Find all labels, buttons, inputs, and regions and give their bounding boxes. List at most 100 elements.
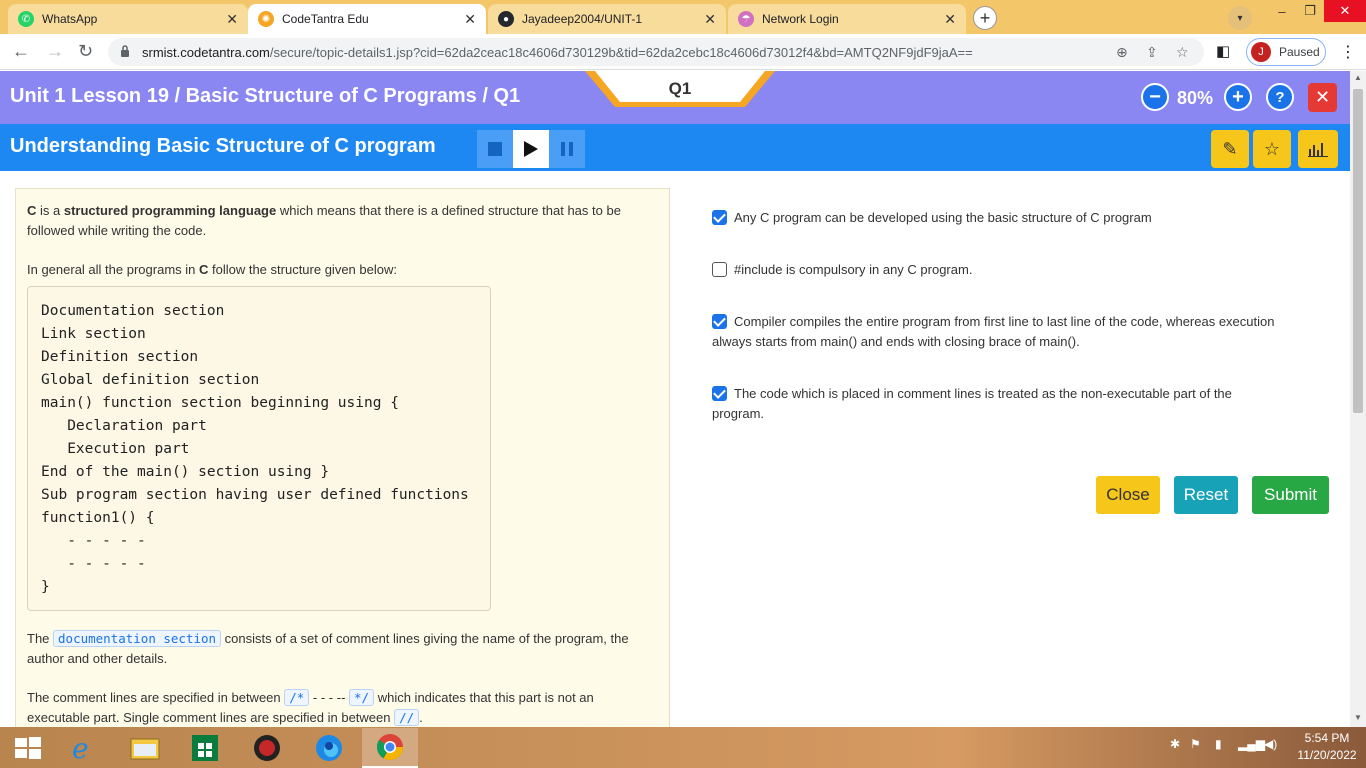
question-tab[interactable]: Q1 [585, 71, 775, 108]
app-icon-red[interactable] [239, 728, 295, 768]
restore-button[interactable]: ❐ [1296, 0, 1324, 22]
url-path: /secure/topic-details1.jsp?cid=62da2ceac… [269, 45, 973, 60]
stats-button[interactable] [1298, 130, 1338, 168]
code-line: - - - - - [41, 533, 146, 549]
checkbox[interactable] [712, 262, 727, 277]
code-line: Execution part [41, 441, 190, 457]
play-button[interactable] [513, 130, 549, 168]
github-icon: ● [498, 11, 514, 27]
windows-logo-icon [15, 737, 41, 759]
checkbox[interactable] [712, 314, 727, 329]
checkbox[interactable] [712, 386, 727, 401]
profile-button[interactable]: J Paused [1246, 38, 1326, 66]
edit-button[interactable]: ✎ [1211, 130, 1249, 168]
scroll-thumb[interactable] [1353, 89, 1363, 413]
option-2[interactable]: #include is compulsory in any C program. [712, 260, 1282, 280]
edge-icon[interactable] [301, 728, 357, 768]
media-player-controls [477, 130, 585, 168]
zoom-in-button[interactable]: + [1224, 83, 1252, 111]
close-tab-icon[interactable]: ✕ [704, 11, 716, 28]
windows-taskbar: e ✱ ⚑ ▮ ▂▄▆ ◀) 5:54 PM 11/20/2022 [0, 727, 1366, 768]
option-text: Compiler compiles the entire program fro… [712, 314, 1275, 349]
play-icon [524, 141, 538, 157]
chrome-icon[interactable] [362, 728, 418, 768]
breadcrumb: Unit 1 Lesson 19 / Basic Structure of C … [10, 85, 521, 107]
tab-search-button[interactable]: ▾ [1228, 6, 1252, 30]
checkbox[interactable] [712, 210, 727, 225]
option-4[interactable]: The code which is placed in comment line… [712, 384, 1282, 424]
option-1[interactable]: Any C program can be developed using the… [712, 208, 1282, 228]
share-icon[interactable]: ⇪ [1146, 44, 1158, 61]
store-bag-icon [192, 735, 218, 761]
minimize-button[interactable]: – [1268, 0, 1296, 22]
text: The comment lines are specified in betwe… [27, 690, 285, 705]
close-tab-icon[interactable]: ✕ [944, 11, 956, 28]
close-tab-icon[interactable]: ✕ [226, 11, 238, 28]
text: The [27, 631, 54, 646]
avatar: J [1251, 42, 1271, 62]
favorite-button[interactable]: ☆ [1253, 130, 1291, 168]
reset-button[interactable]: Reset [1174, 476, 1238, 514]
code-line: End of the main() section using } [41, 464, 330, 480]
code-line: - - - - - [41, 556, 146, 572]
option-3[interactable]: Compiler compiles the entire program fro… [712, 312, 1282, 352]
ie-logo: e [72, 733, 89, 763]
zoom-out-button[interactable]: − [1141, 83, 1169, 111]
close-tab-icon[interactable]: ✕ [464, 11, 476, 28]
reload-icon[interactable]: ↻ [78, 41, 93, 62]
bluetooth-icon[interactable]: ✱ [1170, 737, 1180, 751]
browser-toolbar: ← → ↻ srmist.codetantra.com/secure/topic… [0, 34, 1366, 70]
network-icon: ☂ [738, 11, 754, 27]
flag-icon[interactable]: ⚑ [1190, 737, 1201, 751]
bold-text: C [198, 262, 209, 277]
question-tab-label: Q1 [668, 79, 692, 98]
internet-explorer-icon[interactable]: e [55, 728, 111, 768]
pause-button[interactable] [549, 130, 585, 168]
close-question-button[interactable]: ✕ [1308, 83, 1337, 112]
scroll-up-icon[interactable]: ▲ [1354, 73, 1362, 82]
side-panel-icon[interactable]: ◧ [1216, 42, 1230, 60]
menu-kebab-icon[interactable]: ⋮ [1340, 42, 1356, 62]
system-clock[interactable]: 5:54 PM 11/20/2022 [1292, 730, 1362, 764]
bold-text: C [27, 203, 37, 218]
text: . [419, 710, 423, 725]
help-button[interactable]: ? [1266, 83, 1294, 111]
zoom-icon[interactable]: ⊕ [1116, 44, 1128, 61]
store-icon[interactable] [177, 728, 233, 768]
address-bar[interactable]: srmist.codetantra.com/secure/topic-detai… [108, 38, 1204, 66]
page-scrollbar[interactable]: ▲ ▼ [1350, 71, 1366, 727]
start-button[interactable] [0, 728, 56, 768]
intro-paragraph: C is a structured programming language w… [27, 201, 658, 241]
volume-icon[interactable]: ◀) [1264, 737, 1277, 751]
tab-github[interactable]: ● Jayadeep2004/UNIT-1 ✕ [488, 4, 726, 34]
codetantra-icon: ✺ [258, 11, 274, 27]
explanation-panel: C is a structured programming language w… [15, 188, 670, 727]
code-line: Link section [41, 326, 146, 342]
submit-button[interactable]: Submit [1252, 476, 1329, 514]
code-line: Definition section [41, 349, 199, 365]
forward-icon[interactable]: → [46, 41, 64, 62]
battery-icon[interactable]: ▮ [1215, 737, 1222, 751]
network-signal-icon[interactable]: ▂▄▆ [1238, 737, 1265, 751]
tab-codetantra[interactable]: ✺ CodeTantra Edu ✕ [248, 4, 486, 34]
bookmark-star-icon[interactable]: ☆ [1176, 44, 1189, 61]
zoom-level: 80% [1177, 88, 1214, 108]
file-explorer-icon[interactable] [117, 728, 173, 768]
code-line: function1() { [41, 510, 155, 526]
window-close-button[interactable]: ✕ [1324, 0, 1366, 22]
new-tab-button[interactable]: + [973, 6, 997, 30]
stop-icon [488, 142, 502, 156]
close-button[interactable]: Close [1096, 476, 1160, 514]
close-icon: ✕ [1314, 87, 1331, 107]
tab-network-login[interactable]: ☂ Network Login ✕ [728, 4, 966, 34]
tab-title: WhatsApp [42, 12, 98, 26]
code-line: Documentation section [41, 303, 225, 319]
back-icon[interactable]: ← [12, 41, 30, 62]
option-text: #include is compulsory in any C program. [734, 262, 973, 277]
scroll-down-icon[interactable]: ▼ [1354, 713, 1362, 722]
stop-button[interactable] [477, 130, 513, 168]
code-line: Global definition section [41, 372, 260, 388]
profile-status: Paused [1279, 45, 1320, 59]
clock-time: 5:54 PM [1304, 731, 1350, 745]
tab-whatsapp[interactable]: ✆ WhatsApp ✕ [8, 4, 248, 34]
